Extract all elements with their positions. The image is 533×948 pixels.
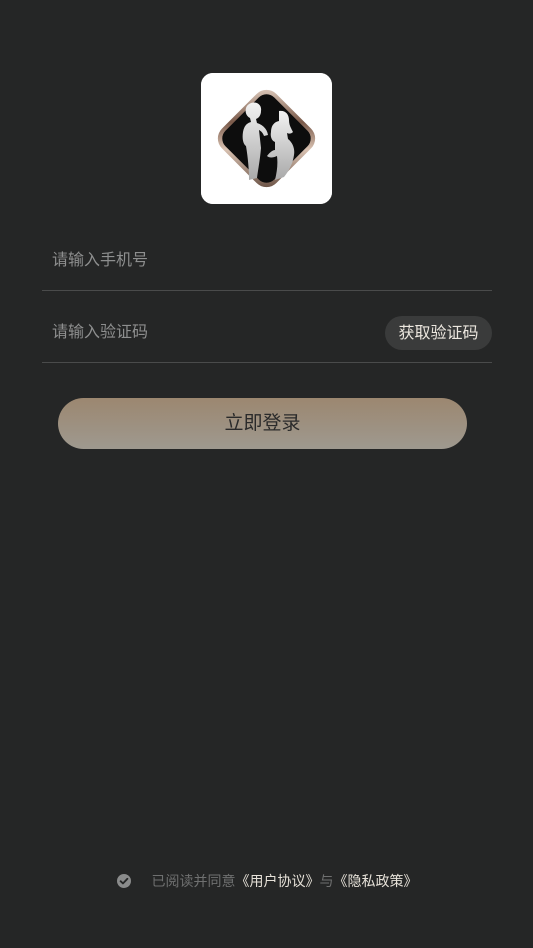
phone-field-row: [42, 221, 492, 291]
couple-silhouette-logo-icon: [201, 73, 332, 204]
agreement-joiner: 与: [319, 874, 334, 890]
code-field-row: 获取验证码: [42, 293, 492, 363]
agreement-row: 已阅读并同意 《用户协议》 与 《隐私政策》: [0, 870, 533, 892]
privacy-policy-link[interactable]: 《隐私政策》: [334, 871, 418, 891]
check-circle-icon[interactable]: [116, 873, 132, 889]
agreement-prefix: 已阅读并同意: [151, 874, 236, 890]
login-button[interactable]: 立即登录: [58, 398, 467, 449]
phone-input[interactable]: [52, 241, 372, 277]
user-agreement-link[interactable]: 《用户协议》: [236, 871, 320, 891]
get-code-button[interactable]: 获取验证码: [385, 316, 492, 350]
app-logo: [201, 73, 332, 204]
verification-code-input[interactable]: [52, 313, 372, 349]
login-screen: 获取验证码 立即登录 已阅读并同意 《用户协议》 与 《隐私政策》: [0, 0, 533, 948]
